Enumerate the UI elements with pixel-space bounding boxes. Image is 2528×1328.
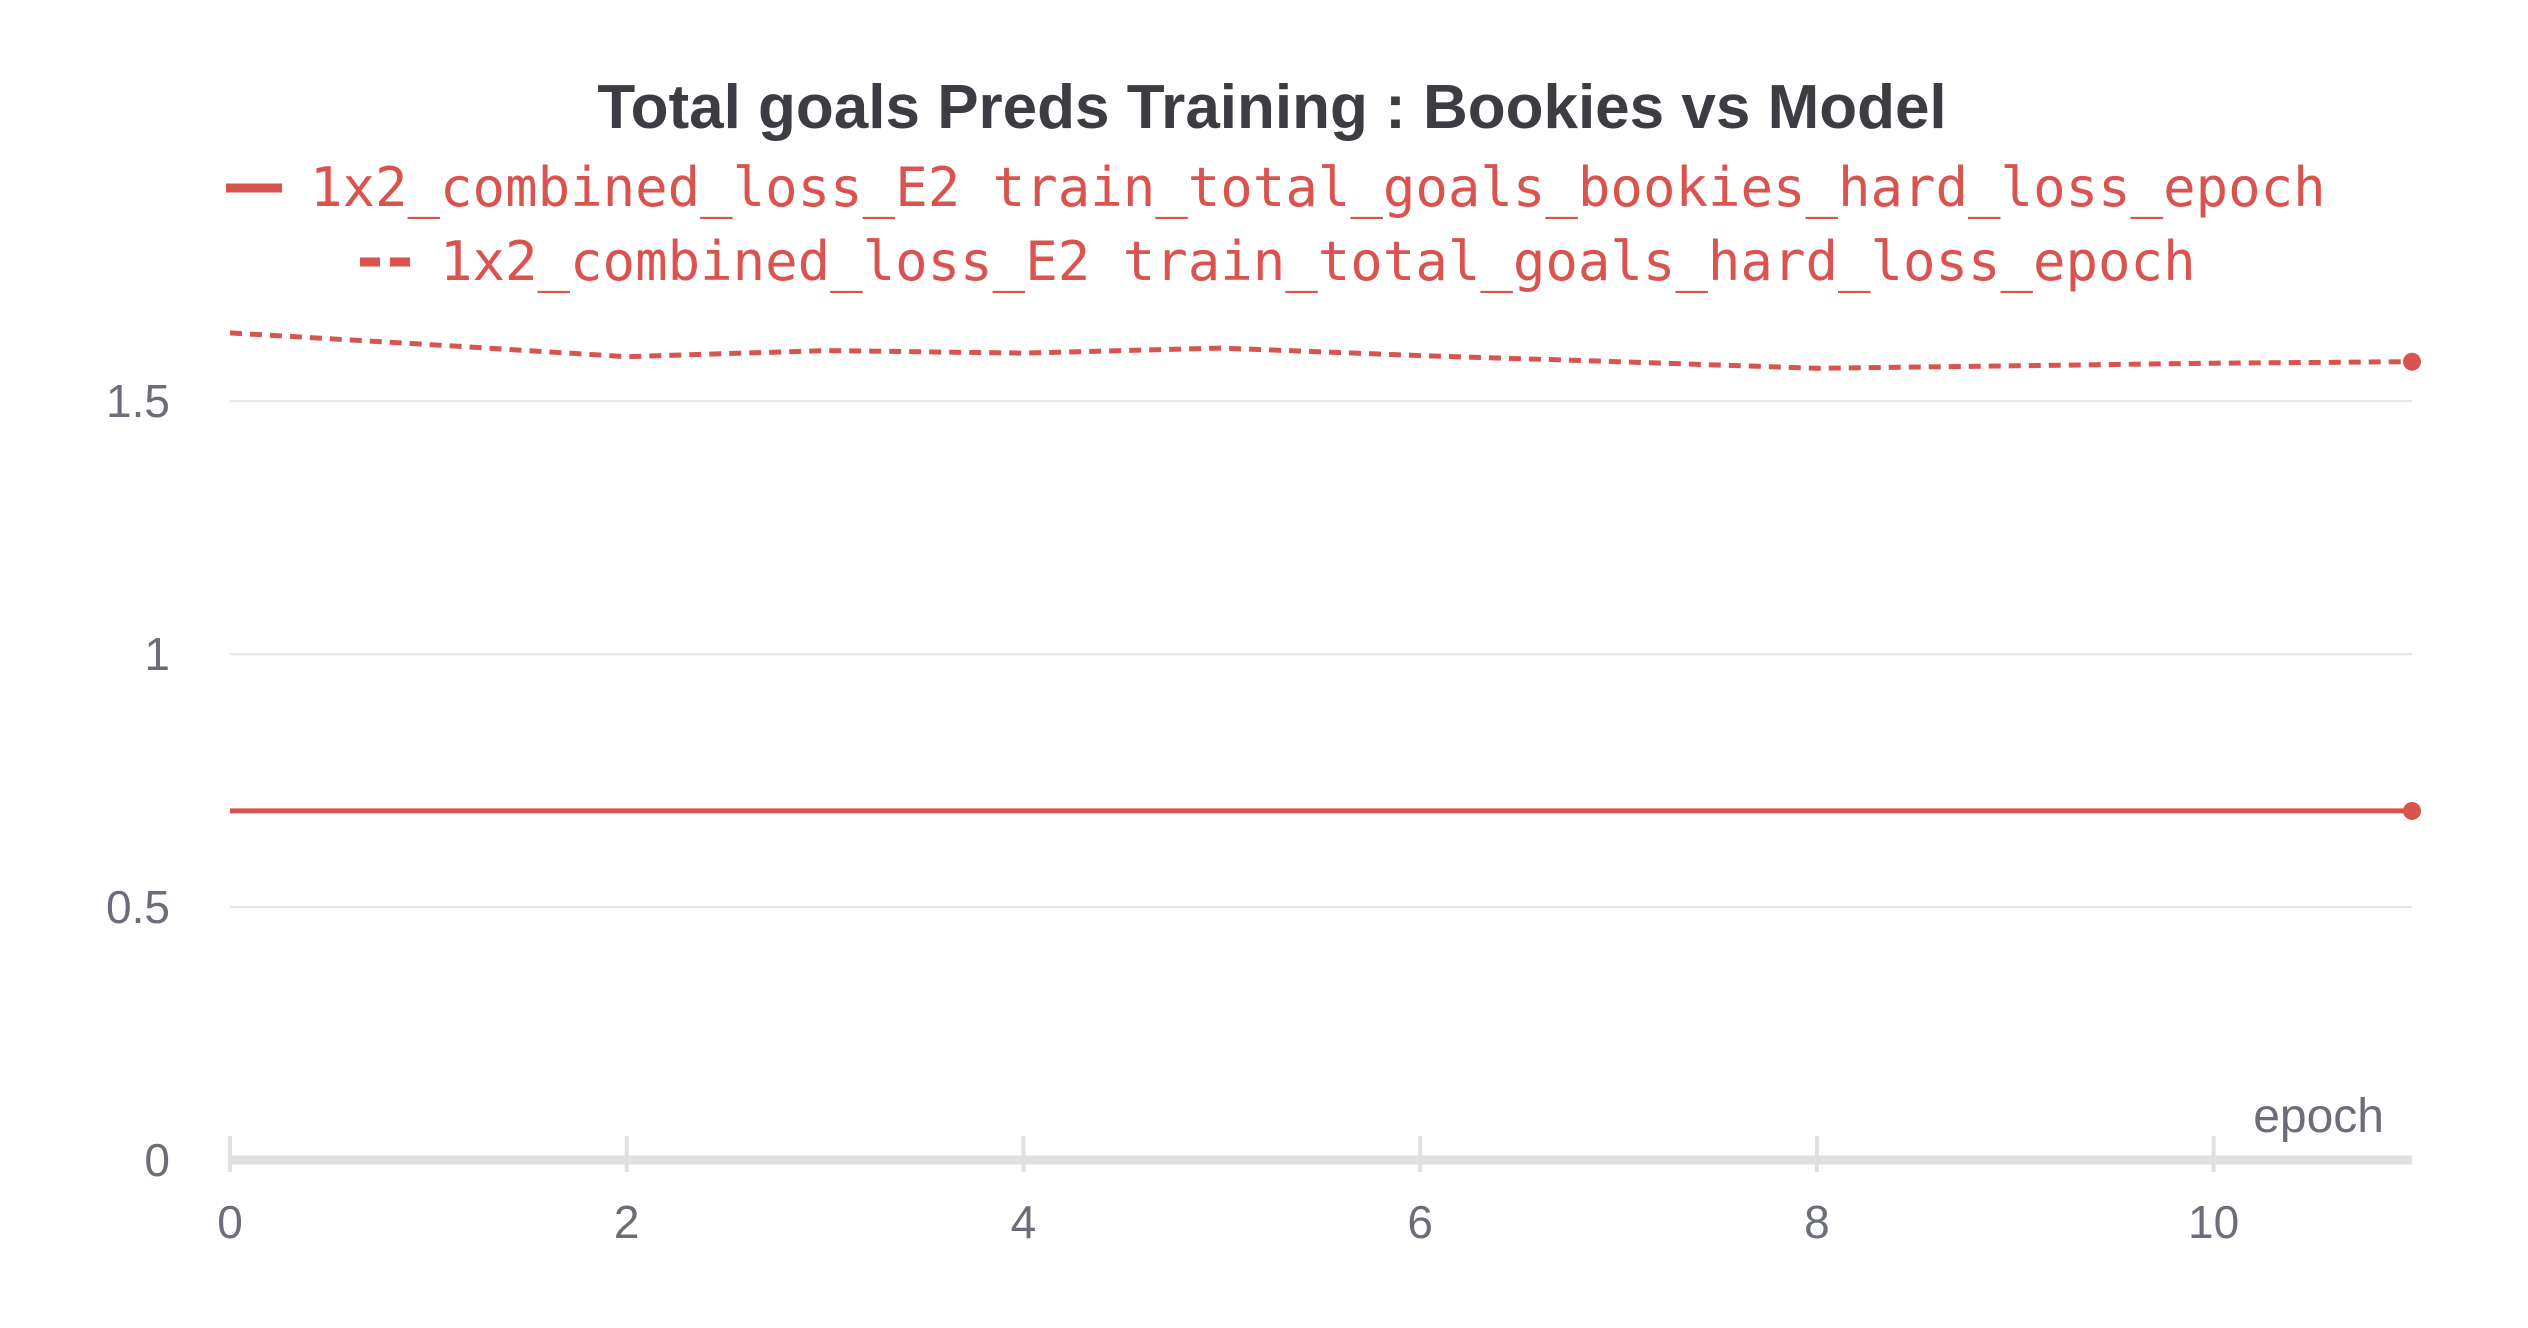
x-tick-label: 4 [1011, 1196, 1037, 1248]
x-tick-label: 2 [614, 1196, 640, 1248]
series-end-point [2403, 352, 2421, 371]
chart: Total goals Preds Training : Bookies vs … [106, 73, 2421, 1248]
x-tick-label: 0 [217, 1196, 243, 1248]
series-end-point [2403, 801, 2421, 820]
x-tick-label: 10 [2188, 1196, 2239, 1248]
y-tick-label: 0.5 [106, 881, 170, 933]
y-tick-label: 1.5 [106, 375, 170, 427]
legend-item: 1x2_combined_loss_E2 train_total_goals_b… [226, 156, 2326, 219]
chart-title: Total goals Preds Training : Bookies vs … [597, 73, 1946, 142]
series-layer [229, 330, 2421, 820]
x-tick-label: 6 [1407, 1196, 1433, 1248]
legend-label: 1x2_combined_loss_E2 train_total_goals_h… [440, 230, 2196, 293]
legend: 1x2_combined_loss_E2 train_total_goals_b… [226, 156, 2326, 293]
series-line-hard-loss [229, 330, 2413, 371]
grid [230, 400, 2412, 909]
x-axis-label: epoch [2253, 1090, 2384, 1143]
x-tick-label: 8 [1804, 1196, 1830, 1248]
legend-item: 1x2_combined_loss_E2 train_total_goals_h… [360, 230, 2196, 293]
y-tick-label: 0 [144, 1134, 170, 1186]
y-tick-label: 1 [144, 628, 170, 680]
legend-label: 1x2_combined_loss_E2 train_total_goals_b… [310, 156, 2326, 219]
